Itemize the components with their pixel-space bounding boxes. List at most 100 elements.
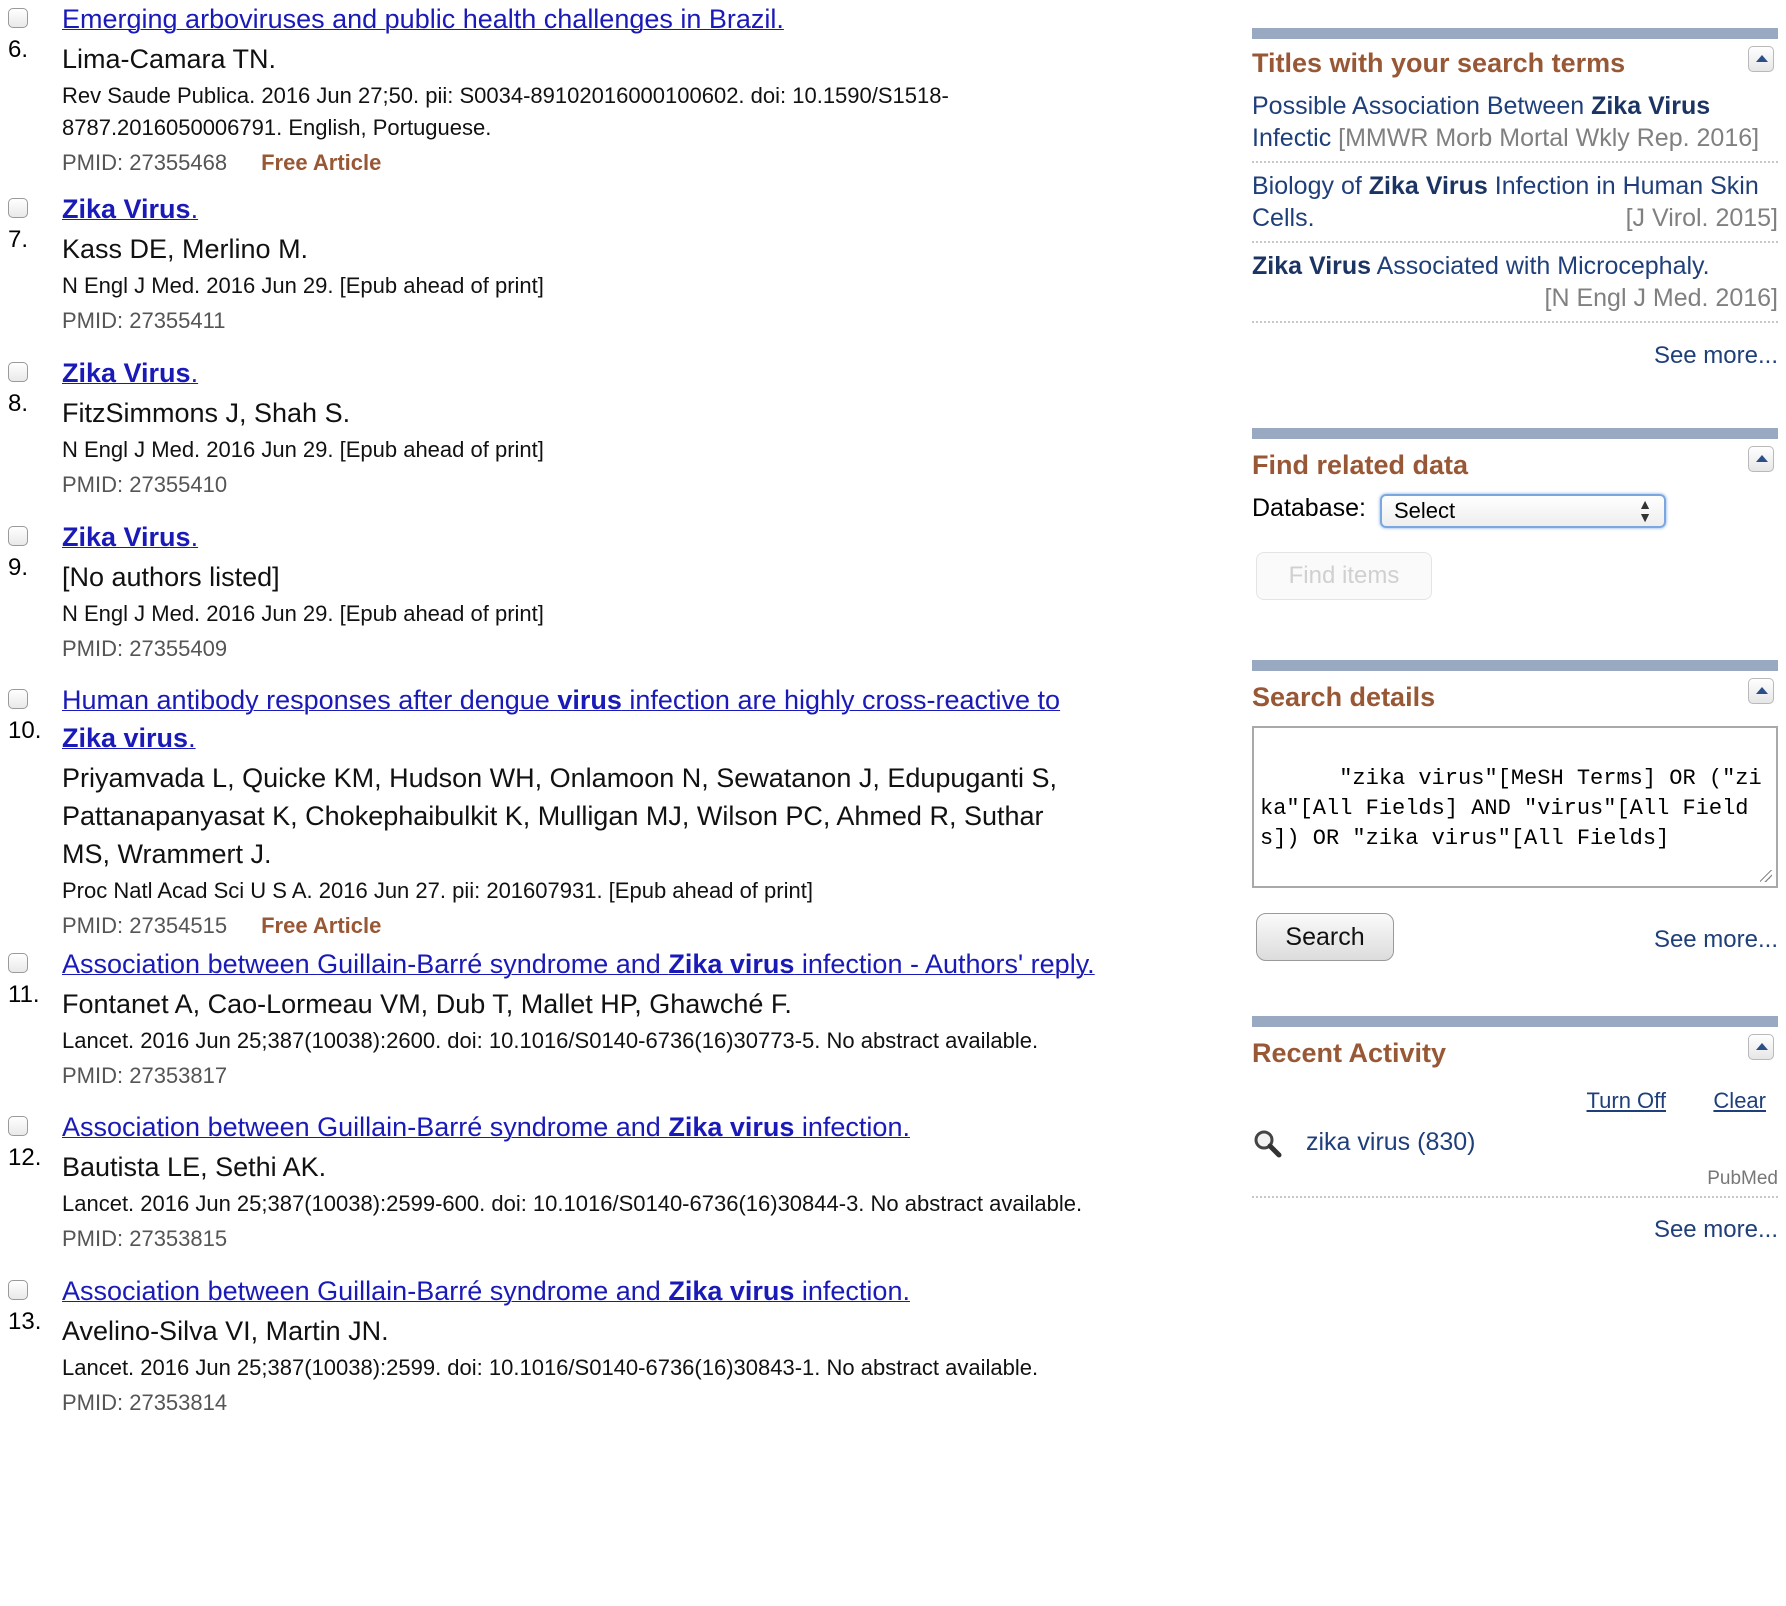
select-arrows-icon: ▲ ▼ bbox=[1638, 496, 1652, 525]
result-citation: Lancet. 2016 Jun 25;387(10038):2599-600.… bbox=[62, 1191, 1083, 1216]
result-authors: Lima-Camara TN. bbox=[62, 44, 277, 74]
result-citation: Proc Natl Acad Sci U S A. 2016 Jun 27. p… bbox=[62, 878, 813, 903]
result-checkbox[interactable] bbox=[8, 526, 28, 546]
result-checkbox[interactable] bbox=[8, 689, 28, 709]
divider bbox=[1252, 161, 1778, 163]
portlet-bar bbox=[1252, 28, 1778, 39]
result-citation: Lancet. 2016 Jun 25;387(10038):2599. doi… bbox=[62, 1355, 1039, 1380]
result-pmid-line: PMID: 27355468 Free Article bbox=[62, 146, 1182, 180]
portlet-find-related-data: Find related data Database: Select ▲ ▼ Fi… bbox=[1252, 428, 1778, 618]
result-checkbox[interactable] bbox=[8, 953, 28, 973]
result-pmid: PMID: 27353815 bbox=[62, 1226, 228, 1251]
portlet-search-details: Search details "zika virus"[MeSH Terms] … bbox=[1252, 660, 1778, 980]
related-title-item[interactable]: Possible Association Between Zika Virus … bbox=[1252, 90, 1778, 154]
result-checkbox[interactable] bbox=[8, 362, 28, 382]
collapse-icon[interactable] bbox=[1748, 1034, 1774, 1060]
result-checkbox[interactable] bbox=[8, 1280, 28, 1300]
result-authors: FitzSimmons J, Shah S. bbox=[62, 398, 351, 428]
divider bbox=[1252, 321, 1778, 323]
result-pmid-line: PMID: 27353814 bbox=[62, 1386, 1182, 1420]
related-title-source: [N Engl J Med. 2016] bbox=[1544, 284, 1778, 312]
result-authors: Bautista LE, Sethi AK. bbox=[62, 1152, 327, 1182]
clear-link[interactable]: Clear bbox=[1713, 1088, 1766, 1114]
turn-off-link[interactable]: Turn Off bbox=[1587, 1088, 1666, 1114]
database-select-value: Select bbox=[1394, 498, 1456, 523]
result-number: 6. bbox=[8, 36, 29, 63]
find-items-button[interactable]: Find items bbox=[1256, 552, 1432, 600]
free-article-badge[interactable]: Free Article bbox=[261, 150, 381, 175]
result-number: 11. bbox=[8, 981, 40, 1008]
collapse-icon[interactable] bbox=[1748, 446, 1774, 472]
related-title-highlight: Zika Virus bbox=[1591, 92, 1711, 120]
see-more-link[interactable]: See more... bbox=[1654, 1216, 1778, 1244]
search-details-textarea[interactable]: "zika virus"[MeSH Terms] OR ("zika"[All … bbox=[1252, 726, 1778, 888]
result-citation: Rev Saude Publica. 2016 Jun 27;50. pii: … bbox=[62, 83, 949, 140]
database-label: Database: bbox=[1252, 494, 1366, 522]
result-number: 9. bbox=[8, 554, 29, 581]
free-article-badge[interactable]: Free Article bbox=[261, 913, 381, 938]
related-title-source: [J Virol. 2015] bbox=[1625, 204, 1778, 232]
result-title-link[interactable]: Emerging arboviruses and public health c… bbox=[62, 0, 1182, 38]
collapse-icon[interactable] bbox=[1748, 46, 1774, 72]
portlet-titles-with-search-terms: Titles with your search terms Possible A… bbox=[1252, 28, 1778, 370]
related-title-highlight: Zika Virus bbox=[1252, 252, 1372, 280]
result-pmid-line: PMID: 27355409 bbox=[62, 632, 1182, 666]
related-title-item[interactable]: Biology of Zika Virus Infection in Human… bbox=[1252, 170, 1778, 234]
result-pmid: PMID: 27355409 bbox=[62, 636, 228, 661]
resize-grip-icon[interactable] bbox=[1760, 870, 1772, 882]
portlet-bar bbox=[1252, 1016, 1778, 1027]
see-more-link[interactable]: See more... bbox=[1654, 342, 1778, 370]
result-title-link[interactable]: Association between Guillain-Barré syndr… bbox=[62, 945, 1182, 983]
result-checkbox[interactable] bbox=[8, 198, 28, 218]
result-title-link[interactable]: Association between Guillain-Barré syndr… bbox=[62, 1108, 1182, 1146]
portlet-heading: Find related data bbox=[1252, 450, 1469, 480]
see-more-link[interactable]: See more... bbox=[1654, 926, 1778, 954]
result-authors: Avelino-Silva VI, Martin JN. bbox=[62, 1316, 389, 1346]
portlet-recent-activity: Recent Activity Turn Off Clear zika viru… bbox=[1252, 1016, 1778, 1256]
result-pmid-line: PMID: 27353815 bbox=[62, 1222, 1182, 1256]
result-authors: Fontanet A, Cao-Lormeau VM, Dub T, Malle… bbox=[62, 989, 792, 1019]
related-title-text: Associated with Microcephaly. bbox=[1371, 252, 1710, 280]
portlet-heading: Titles with your search terms bbox=[1252, 48, 1626, 78]
result-number: 10. bbox=[8, 717, 42, 744]
related-title-item[interactable]: Zika Virus Associated with Microcephaly.… bbox=[1252, 250, 1778, 314]
portlet-bar bbox=[1252, 660, 1778, 671]
result-number: 12. bbox=[8, 1144, 42, 1171]
related-title-source: [MMWR Morb Mortal Wkly Rep. 2016] bbox=[1338, 124, 1760, 152]
result-pmid-line: PMID: 27355411 bbox=[62, 304, 1182, 338]
result-authors: [No authors listed] bbox=[62, 562, 280, 592]
result-title-link[interactable]: Association between Guillain-Barré syndr… bbox=[62, 1272, 1182, 1310]
result-number: 7. bbox=[8, 226, 29, 253]
result-citation: N Engl J Med. 2016 Jun 29. [Epub ahead o… bbox=[62, 273, 544, 298]
related-title-text: Biology of bbox=[1252, 172, 1369, 200]
collapse-icon[interactable] bbox=[1748, 678, 1774, 704]
portlet-bar bbox=[1252, 428, 1778, 439]
result-citation: N Engl J Med. 2016 Jun 29. [Epub ahead o… bbox=[62, 437, 544, 462]
result-pmid: PMID: 27353817 bbox=[62, 1063, 228, 1088]
result-title-link[interactable]: Zika Virus. bbox=[62, 354, 1182, 392]
result-pmid: PMID: 27353814 bbox=[62, 1390, 228, 1415]
related-title-text: Possible Association Between bbox=[1252, 92, 1592, 120]
search-details-query: "zika virus"[MeSH Terms] OR ("zika"[All … bbox=[1260, 766, 1762, 851]
divider bbox=[1252, 241, 1778, 243]
result-pmid-line: PMID: 27355410 bbox=[62, 468, 1182, 502]
recent-activity-item[interactable]: zika virus (830) bbox=[1306, 1128, 1476, 1157]
portlet-heading: Recent Activity bbox=[1252, 1038, 1447, 1068]
result-title-link[interactable]: Human antibody responses after dengue vi… bbox=[62, 681, 1082, 757]
divider bbox=[1252, 1196, 1778, 1198]
result-pmid-line: PMID: 27353817 bbox=[62, 1059, 1182, 1093]
result-citation: N Engl J Med. 2016 Jun 29. [Epub ahead o… bbox=[62, 601, 544, 626]
result-checkbox[interactable] bbox=[8, 1116, 28, 1136]
result-title-link[interactable]: Zika Virus. bbox=[62, 190, 1182, 228]
result-pmid: PMID: 27355468 bbox=[62, 150, 228, 175]
result-pmid: PMID: 27354515 bbox=[62, 913, 228, 938]
related-title-highlight: Zika Virus bbox=[1368, 172, 1488, 200]
result-checkbox[interactable] bbox=[8, 8, 28, 28]
result-number: 8. bbox=[8, 390, 29, 417]
result-pmid: PMID: 27355411 bbox=[62, 308, 226, 333]
portlet-heading: Search details bbox=[1252, 682, 1436, 712]
result-authors: Kass DE, Merlino M. bbox=[62, 234, 309, 264]
search-button[interactable]: Search bbox=[1256, 913, 1394, 961]
result-title-link[interactable]: Zika Virus. bbox=[62, 518, 1182, 556]
database-select[interactable]: Select ▲ ▼ bbox=[1380, 494, 1666, 528]
